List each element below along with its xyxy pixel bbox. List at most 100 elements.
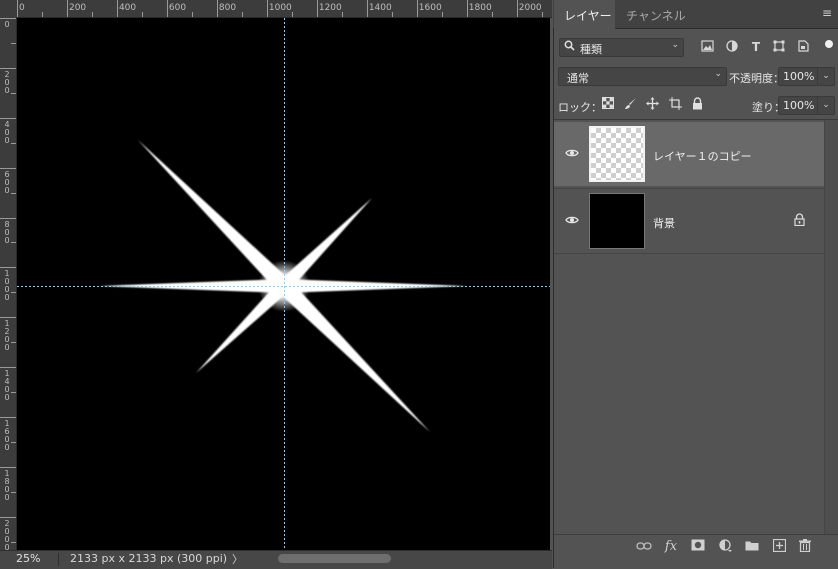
ruler-tick [0,516,16,518]
tab-layers[interactable]: レイヤー [564,7,612,24]
horizontal-ruler[interactable]: 0 200 400 600 800 1000 1200 1400 1600 1800 2000 [0,0,552,18]
layer-name[interactable]: 背景 [653,215,675,231]
vertical-ruler[interactable]: 0 200 400 600 800 1000 1200 1400 1600 1800 2000 [0,17,17,552]
zoom-level[interactable]: 25% [16,552,40,565]
image-filter-icon[interactable] [700,40,714,54]
ruler-tick [141,12,143,17]
filter-toggle-switch[interactable] [825,40,833,48]
ruler-tick [0,67,16,69]
ruler-label: 0 [19,3,25,13]
chevron-down-icon: ⌄ [714,69,722,79]
text-filter-icon[interactable]: T [749,40,763,54]
lock-transparency-icon[interactable] [601,97,615,111]
horizontal-scrollbar-thumb[interactable] [278,554,391,563]
chevron-down-icon: ⌄ [671,40,679,50]
fx-icon[interactable]: fx [663,539,679,555]
ruler-tick [0,167,16,169]
ruler-label: 1000 [268,3,292,13]
adjustment-filter-icon[interactable] [725,40,739,54]
ruler-tick [191,12,193,17]
shape-filter-icon[interactable] [772,40,786,54]
ruler-origin-corner[interactable] [0,0,16,17]
ruler-tick [366,0,368,17]
lock-position-move-icon[interactable] [645,97,659,111]
new-layer-icon[interactable] [771,538,787,555]
ruler-tick [166,0,168,17]
layer-filter-dropdown[interactable]: 種類 ⌄ [559,38,684,57]
lock-all-icon[interactable] [690,97,704,111]
blend-mode-value: 通常 [567,72,589,85]
search-icon [564,40,575,54]
eye-visibility-icon[interactable] [565,213,579,227]
ruler-tick [91,12,93,17]
link-layers-icon[interactable] [636,539,652,555]
ruler-label: 2000 [4,518,10,552]
fill-field[interactable]: 100% ⌄ [778,96,835,115]
lock-pixels-brush-icon[interactable] [623,97,637,111]
chevron-down-icon[interactable]: ⌄ [817,97,834,114]
ruler-tick [0,18,16,19]
panel-menu-icon[interactable]: ≡ [822,6,832,20]
delete-layer-icon[interactable] [797,539,813,555]
new-group-icon[interactable] [744,539,760,555]
document-canvas[interactable] [17,18,550,550]
tab-channels[interactable]: チャンネル [626,7,686,24]
blend-mode-dropdown[interactable]: 通常 ⌄ [558,67,727,86]
ruler-tick [0,466,16,468]
ruler-label: 800 [218,3,237,13]
add-mask-icon[interactable] [690,539,706,555]
layer-name[interactable]: レイヤー１のコピー [653,148,752,164]
ruler-label: 1400 [4,369,10,403]
layers-scrollbar[interactable] [824,120,838,534]
ruler-tick [66,0,68,17]
fill-value[interactable]: 100% [783,99,814,112]
eye-visibility-icon[interactable] [565,146,579,160]
ruler-tick [11,92,16,94]
ruler-label: 400 [4,119,10,145]
ruler-label: 1200 [4,319,10,353]
ruler-tick [0,417,16,419]
ruler-label: 200 [4,69,10,95]
ruler-tick [266,0,268,17]
ruler-label: 1800 [468,3,492,13]
status-menu-arrow-icon[interactable]: 〉 [232,551,243,567]
ruler-tick [291,12,293,17]
ruler-tick [11,142,16,144]
opacity-value[interactable]: 100% [783,70,814,83]
ruler-tick [11,192,16,194]
ruler-tick [0,317,16,319]
ruler-label: 400 [118,3,137,13]
ruler-label: 1400 [368,3,392,13]
ruler-tick [516,0,518,17]
ruler-label: 200 [68,3,87,13]
ruler-label: 1000 [4,269,10,303]
chevron-down-icon[interactable]: ⌄ [817,68,834,85]
ruler-label: 600 [168,3,187,13]
document-info: 2133 px x 2133 px (300 ppi) [70,552,228,565]
lock-label: ロック： [558,101,602,114]
ruler-label: 2000 [518,3,542,13]
ruler-tick [11,392,16,394]
ruler-tick [11,442,16,443]
smart-object-filter-icon[interactable] [796,40,810,54]
layer-thumbnail[interactable] [589,126,645,182]
ruler-tick [11,491,16,493]
opacity-label: 不透明度： [729,72,784,85]
ruler-tick [0,217,16,219]
ruler-tick [316,0,318,17]
ruler-tick [241,12,243,17]
status-divider [58,553,59,566]
new-adjustment-icon[interactable] [717,539,733,555]
ruler-label: 1600 [418,3,442,13]
ruler-tick [11,242,16,244]
opacity-field[interactable]: 100% ⌄ [778,67,835,86]
layer-thumbnail[interactable] [589,193,645,249]
ruler-tick [416,0,418,17]
lock-icon[interactable] [794,213,806,227]
ruler-tick [0,117,16,119]
ruler-label: 600 [4,169,10,195]
layer-row[interactable]: 背景 [554,188,824,254]
divider [554,119,838,120]
lock-artboard-icon[interactable] [668,97,682,111]
layer-row-selected[interactable]: レイヤー１のコピー [554,122,824,186]
